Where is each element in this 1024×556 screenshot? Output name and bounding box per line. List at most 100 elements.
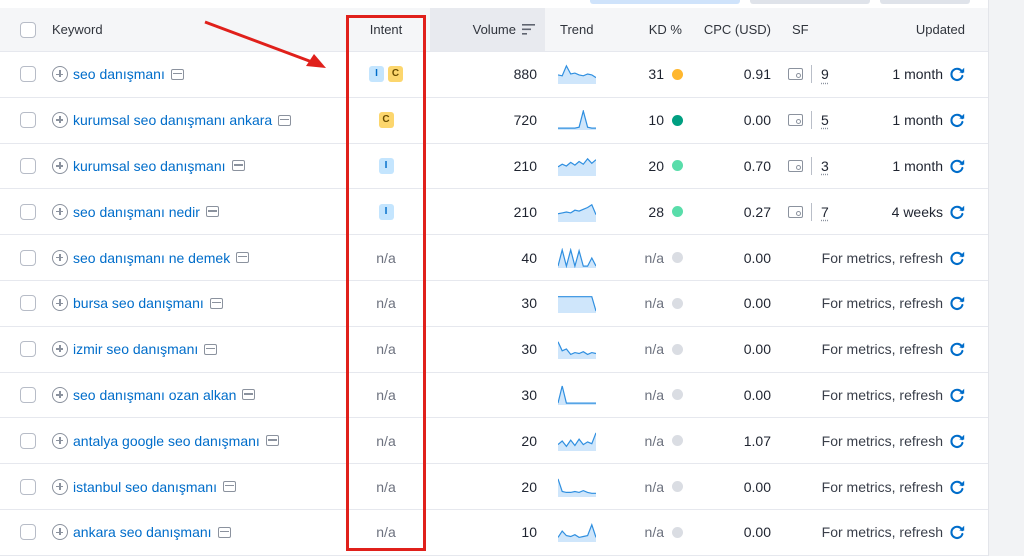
row-checkbox[interactable] (20, 341, 36, 357)
refresh-icon[interactable] (949, 250, 965, 266)
keyword-link[interactable]: izmir seo danışmanı (73, 341, 198, 357)
keyword-link[interactable]: kurumsal seo danışmanı ankara (73, 112, 272, 128)
updated-text: For metrics, refresh (822, 524, 943, 540)
volume-header-label: Volume (473, 22, 516, 37)
keyword-link[interactable]: seo danışmanı (73, 66, 165, 82)
kd-value: n/a (645, 341, 664, 357)
keyword-link[interactable]: seo danışmanı nedir (73, 204, 200, 220)
volume-cell: 210 (430, 189, 537, 234)
row-checkbox[interactable] (20, 387, 36, 403)
table-header: Keyword Intent Volume Trend KD % CPC (US… (0, 8, 988, 52)
serp-snapshot-icon[interactable] (204, 344, 217, 355)
updated-text: For metrics, refresh (822, 479, 943, 495)
toolbar-button-edge-3[interactable] (880, 0, 970, 4)
kd-difficulty-dot (672, 527, 683, 538)
refresh-icon[interactable] (949, 433, 965, 449)
updated-text: For metrics, refresh (822, 433, 943, 449)
add-to-list-icon[interactable] (52, 295, 68, 311)
keyword-link[interactable]: istanbul seo danışmanı (73, 479, 217, 495)
keyword-cell: istanbul seo danışmanı (52, 464, 236, 509)
row-checkbox[interactable] (20, 524, 36, 540)
keyword-link[interactable]: bursa seo danışmanı (73, 295, 204, 311)
sf-column-header[interactable]: SF (792, 8, 809, 51)
add-to-list-icon[interactable] (52, 387, 68, 403)
keyword-link[interactable]: seo danışmanı ne demek (73, 250, 230, 266)
intent-na: n/a (376, 387, 395, 403)
row-checkbox[interactable] (20, 112, 36, 128)
row-checkbox[interactable] (20, 158, 36, 174)
serp-snapshot-icon[interactable] (236, 252, 249, 263)
refresh-icon[interactable] (949, 341, 965, 357)
side-panel (988, 0, 1024, 556)
row-checkbox[interactable] (20, 250, 36, 266)
trend-cell (558, 327, 596, 372)
row-checkbox[interactable] (20, 204, 36, 220)
trend-column-header[interactable]: Trend (560, 8, 593, 51)
refresh-icon[interactable] (949, 524, 965, 540)
keyword-link[interactable]: kurumsal seo danışmanı (73, 158, 226, 174)
updated-text: 4 weeks (892, 204, 943, 220)
serp-snapshot-icon[interactable] (266, 435, 279, 446)
add-to-list-icon[interactable] (52, 204, 68, 220)
add-to-list-icon[interactable] (52, 479, 68, 495)
volume-cell: 10 (430, 510, 537, 555)
volume-cell: 720 (430, 98, 537, 143)
kd-value: 31 (648, 66, 664, 82)
refresh-icon[interactable] (949, 66, 965, 82)
updated-column-header[interactable]: Updated (880, 8, 965, 51)
keyword-link[interactable]: seo danışmanı ozan alkan (73, 387, 236, 403)
add-to-list-icon[interactable] (52, 158, 68, 174)
serp-snapshot-icon[interactable] (210, 298, 223, 309)
serp-snapshot-icon[interactable] (206, 206, 219, 217)
cpc-cell: 1.07 (700, 418, 771, 463)
add-to-list-icon[interactable] (52, 112, 68, 128)
refresh-icon[interactable] (949, 204, 965, 220)
kd-difficulty-dot (672, 298, 683, 309)
serp-snapshot-icon[interactable] (218, 527, 231, 538)
kd-value: n/a (645, 387, 664, 403)
refresh-icon[interactable] (949, 112, 965, 128)
intent-cell: n/a (346, 510, 426, 555)
refresh-icon[interactable] (949, 158, 965, 174)
volume-column-header[interactable]: Volume (430, 8, 545, 51)
trend-cell (558, 98, 596, 143)
keyword-link[interactable]: ankara seo danışmanı (73, 524, 212, 540)
cpc-column-header[interactable]: CPC (USD) (700, 8, 771, 51)
toolbar-button-edge[interactable] (590, 0, 740, 4)
cpc-cell: 0.00 (700, 98, 771, 143)
keyword-cell: seo danışmanı ne demek (52, 235, 249, 280)
updated-text: For metrics, refresh (822, 341, 943, 357)
row-checkbox[interactable] (20, 433, 36, 449)
add-to-list-icon[interactable] (52, 433, 68, 449)
serp-snapshot-icon[interactable] (232, 160, 245, 171)
row-checkbox[interactable] (20, 66, 36, 82)
volume-cell: 40 (430, 235, 537, 280)
intent-column-header[interactable]: Intent (346, 8, 426, 51)
row-checkbox[interactable] (20, 479, 36, 495)
trend-sparkline (558, 477, 596, 497)
kd-column-header[interactable]: KD % (630, 8, 682, 51)
serp-snapshot-icon[interactable] (278, 115, 291, 126)
keyword-link[interactable]: antalya google seo danışmanı (73, 433, 260, 449)
intent-cell: IC (346, 52, 426, 97)
serp-snapshot-icon[interactable] (171, 69, 184, 80)
row-checkbox[interactable] (20, 295, 36, 311)
kd-difficulty-dot (672, 252, 683, 263)
add-to-list-icon[interactable] (52, 66, 68, 82)
add-to-list-icon[interactable] (52, 341, 68, 357)
select-all-checkbox[interactable] (20, 22, 36, 38)
add-to-list-icon[interactable] (52, 524, 68, 540)
serp-snapshot-icon[interactable] (242, 389, 255, 400)
trend-sparkline (558, 110, 596, 130)
kd-difficulty-dot (672, 344, 683, 355)
keyword-cell: seo danışmanı (52, 52, 184, 97)
refresh-icon[interactable] (949, 387, 965, 403)
table-row: antalya google seo danışmanı n/a 20 n/a … (0, 418, 988, 464)
toolbar-button-edge-2[interactable] (750, 0, 870, 4)
add-to-list-icon[interactable] (52, 250, 68, 266)
refresh-icon[interactable] (949, 295, 965, 311)
keyword-column-header[interactable]: Keyword (52, 8, 103, 51)
refresh-icon[interactable] (949, 479, 965, 495)
serp-snapshot-icon[interactable] (223, 481, 236, 492)
trend-sparkline (558, 156, 596, 176)
